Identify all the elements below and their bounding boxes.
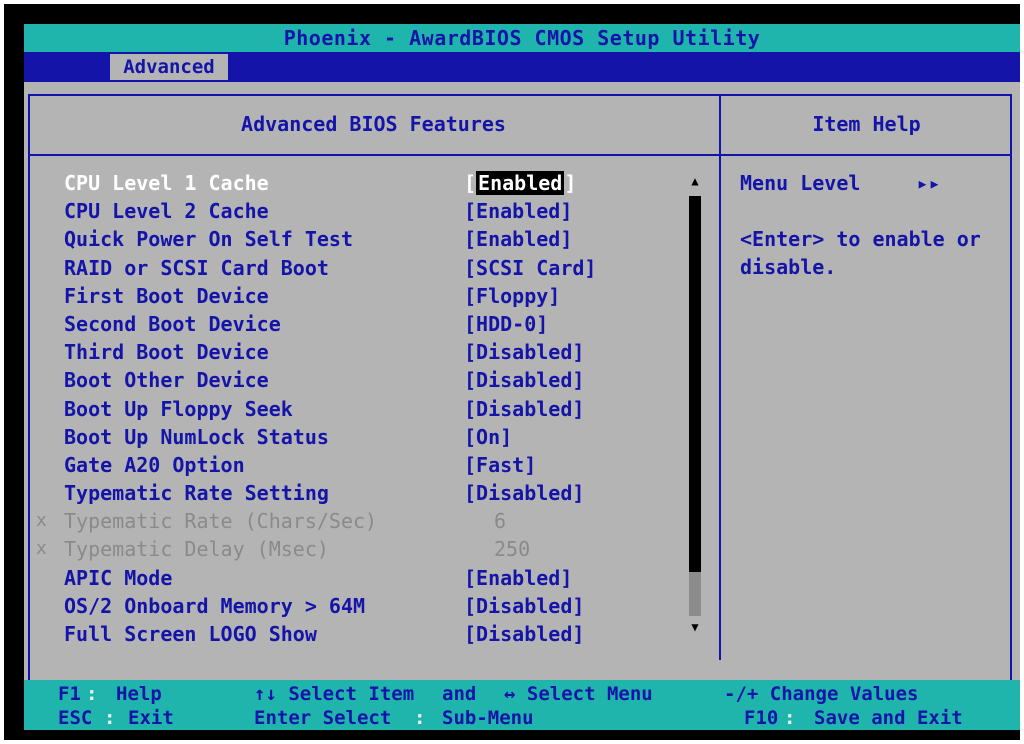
f1-help-label: Help <box>116 683 162 705</box>
change-values-hint: -/+ Change Values <box>724 683 919 705</box>
setting-row[interactable]: Boot Other Device [Disabled] <box>24 366 719 394</box>
setting-label: Third Boot Device <box>64 340 269 365</box>
setting-label: APIC Mode <box>64 565 173 590</box>
setting-value[interactable]: [Disabled] <box>464 592 584 620</box>
setting-row[interactable]: Boot Up NumLock Status [On] <box>24 423 719 451</box>
setting-label: Typematic Rate Setting <box>64 481 329 506</box>
setting-row[interactable]: Gate A20 Option [Fast] <box>24 451 719 479</box>
setting-value[interactable]: [On] <box>464 423 512 451</box>
setting-value: 250 <box>494 537 531 562</box>
setting-row[interactable]: CPU Level 1 Cache [Enabled] <box>24 169 719 197</box>
setting-label: CPU Level 2 Cache <box>64 199 269 224</box>
settings-list: CPU Level 1 Cache[Enabled] CPU Level 2 Ca… <box>24 169 719 648</box>
tab-advanced[interactable]: Advanced <box>110 54 228 80</box>
scroll-thumb[interactable] <box>689 572 701 616</box>
setting-value[interactable]: [Fast] <box>464 451 536 479</box>
menu-bar: Advanced <box>24 52 1020 82</box>
scroll-track[interactable] <box>689 196 701 616</box>
selected-value-highlight[interactable]: Enabled <box>476 171 565 195</box>
setting-row[interactable]: Typematic Rate Setting [Disabled] <box>24 479 719 507</box>
scrollbar[interactable]: ▲ ▼ <box>688 174 702 639</box>
menu-level-label: Menu Level <box>740 171 861 195</box>
setting-label: Gate A20 Option <box>64 452 245 477</box>
setting-row[interactable]: CPU Level 2 Cache [Enabled] <box>24 197 719 225</box>
setting-label: CPU Level 1 Cache <box>64 171 269 195</box>
help-line-2: disable. <box>740 255 837 279</box>
f10-key: F10 <box>744 707 779 729</box>
item-help-title: Item Help <box>812 112 921 136</box>
setting-value[interactable]: [SCSI Card] <box>464 254 596 282</box>
disabled-marker-icon: x <box>36 510 47 532</box>
help-line-1: <Enter> to enable or <box>740 227 981 251</box>
setting-value[interactable]: [Floppy] <box>464 282 560 310</box>
setting-value[interactable]: [Disabled] <box>464 395 584 423</box>
enter-separator: : <box>414 707 426 729</box>
esc-exit-label: Exit <box>128 707 174 729</box>
bracket-left: [ <box>464 171 477 195</box>
key-legend-footer: F1 : Help ↑↓ Select Item and ↔ Select Me… <box>24 680 1020 730</box>
setting-value[interactable]: [Disabled] <box>464 620 584 648</box>
setting-row[interactable]: Boot Up Floppy Seek [Disabled] <box>24 395 719 423</box>
setting-value: 6 <box>494 509 507 534</box>
setting-value[interactable]: [Disabled] <box>464 366 584 394</box>
app-title: Phoenix - AwardBIOS CMOS Setup Utility <box>283 26 761 50</box>
title-bar: Phoenix - AwardBIOS CMOS Setup Utility <box>24 24 1020 52</box>
setting-label: Quick Power On Self Test <box>64 227 353 252</box>
help-text: Menu Level ▸▸ <Enter> to enable or disab… <box>740 169 1010 281</box>
setting-row: x Typematic Rate (Chars/Sec) 6 <box>24 507 719 535</box>
setting-row[interactable]: OS/2 Onboard Memory > 64M [Disabled] <box>24 592 719 620</box>
setting-value[interactable]: [Enabled] <box>464 197 572 225</box>
setting-row: x Typematic Delay (Msec) 250 <box>24 535 719 563</box>
setting-label: First Boot Device <box>64 283 269 308</box>
bracket-right: ] <box>564 171 577 195</box>
f1-separator: : <box>86 683 98 705</box>
select-menu-hint: ↔ Select Menu <box>504 683 653 705</box>
esc-key: ESC <box>58 707 93 729</box>
setting-row[interactable]: Third Boot Device [Disabled] <box>24 338 719 366</box>
setting-row[interactable]: First Boot Device [Floppy] <box>24 282 719 310</box>
setting-row[interactable]: APIC Mode [Enabled] <box>24 564 719 592</box>
scroll-up-icon[interactable]: ▲ <box>688 174 702 188</box>
scroll-down-icon[interactable]: ▼ <box>688 620 702 634</box>
select-item-hint: ↑↓ Select Item <box>254 683 415 705</box>
setting-row[interactable]: Quick Power On Self Test [Enabled] <box>24 225 719 253</box>
panel-divider <box>719 94 721 660</box>
save-and-exit-label: Save and Exit <box>814 707 963 729</box>
setting-label: Boot Up Floppy Seek <box>64 396 293 421</box>
enter-select-hint: Enter Select <box>254 707 392 729</box>
header-divider <box>28 154 1012 156</box>
setting-label: Typematic Rate (Chars/Sec) <box>64 509 378 534</box>
disabled-marker-icon: x <box>36 538 47 560</box>
setting-value[interactable]: [Enabled] <box>464 225 572 253</box>
setting-label: Boot Up NumLock Status <box>64 424 329 449</box>
setting-label: Second Boot Device <box>64 311 281 336</box>
help-gap <box>740 197 1010 225</box>
monitor-frame: Phoenix - AwardBIOS CMOS Setup Utility A… <box>4 4 1020 740</box>
setting-row[interactable]: RAID or SCSI Card Boot [SCSI Card] <box>24 254 719 282</box>
and-text: and <box>442 683 477 705</box>
bios-screen: Phoenix - AwardBIOS CMOS Setup Utility A… <box>24 24 1020 730</box>
section-title: Advanced BIOS Features <box>241 112 506 136</box>
menu-level-arrows-icon: ▸▸ <box>916 171 941 195</box>
setting-label: OS/2 Onboard Memory > 64M <box>64 593 366 618</box>
f10-separator: : <box>784 707 796 729</box>
setting-row[interactable]: Second Boot Device [HDD-0] <box>24 310 719 338</box>
esc-separator: : <box>104 707 116 729</box>
setting-row[interactable]: Full Screen LOGO Show [Disabled] <box>24 620 719 648</box>
setting-label: RAID or SCSI Card Boot <box>64 255 329 280</box>
setting-value[interactable]: [Enabled] <box>464 169 576 197</box>
setting-value[interactable]: [HDD-0] <box>464 310 548 338</box>
setting-label: Full Screen LOGO Show <box>64 622 317 646</box>
sub-menu-hint: Sub-Menu <box>442 707 534 729</box>
menu-level-line: Menu Level ▸▸ <box>740 169 1010 197</box>
setting-label: Typematic Delay (Msec) <box>64 537 329 562</box>
setting-value[interactable]: [Enabled] <box>464 564 572 592</box>
setting-value[interactable]: [Disabled] <box>464 338 584 366</box>
f1-key: F1 <box>58 683 81 705</box>
setting-value[interactable]: [Disabled] <box>464 479 584 507</box>
setting-label: Boot Other Device <box>64 368 269 393</box>
